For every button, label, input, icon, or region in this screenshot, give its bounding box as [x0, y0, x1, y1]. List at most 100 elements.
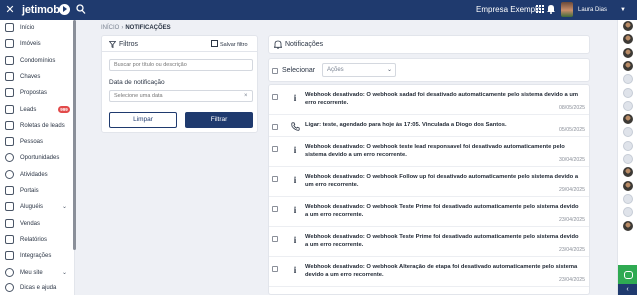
- sidebar-item-label: Aluguéis: [20, 204, 44, 211]
- contact-avatar[interactable]: [623, 140, 633, 151]
- select-all-checkbox[interactable]: [272, 68, 278, 74]
- sidebar-item[interactable]: Integrações: [0, 249, 73, 263]
- contact-avatar[interactable]: [623, 220, 633, 231]
- close-icon[interactable]: ✕: [5, 3, 15, 17]
- sidebar-item-label: Pessoas: [20, 139, 44, 146]
- contact-avatar[interactable]: [623, 100, 633, 111]
- integration-icon: [5, 251, 14, 261]
- filter-icon: [109, 41, 116, 48]
- house-icon: [5, 39, 14, 49]
- sidebar-item[interactable]: Vendas: [0, 217, 73, 231]
- sidebar-item[interactable]: Oportunidades: [0, 151, 73, 165]
- contact-avatar[interactable]: [623, 60, 633, 71]
- megaphone-icon: [5, 186, 14, 195]
- bell-icon[interactable]: [547, 4, 555, 14]
- user-menu-caret-icon[interactable]: ▼: [620, 5, 626, 15]
- notification-message: Webhook desativado: O webhook Follow up …: [305, 174, 579, 188]
- notifications-header: Notificações: [268, 35, 590, 54]
- contact-avatar[interactable]: [623, 154, 633, 164]
- sidebar-item-label: Portais: [20, 188, 39, 194]
- sidebar-item[interactable]: Chaves: [0, 70, 73, 84]
- sidebar-item[interactable]: Imóveis: [0, 37, 73, 51]
- contact-avatar[interactable]: [623, 127, 633, 138]
- sidebar-item[interactable]: Relatórios: [0, 233, 73, 247]
- app-logo[interactable]: jetimob: [22, 3, 60, 17]
- info-icon: i: [293, 175, 297, 185]
- sidebar-item-label: Roletas de leads: [20, 122, 65, 129]
- contact-avatar[interactable]: [623, 207, 633, 218]
- target-icon: [5, 153, 14, 163]
- logo-play-icon: [59, 4, 70, 15]
- notifications-title: Notificações: [285, 41, 324, 48]
- info-icon: i: [293, 265, 297, 275]
- user-name[interactable]: Laura Dias: [578, 4, 607, 16]
- breadcrumb: INÍCIO › NOTIFICAÇÕES: [101, 24, 171, 33]
- sidebar-item[interactable]: Dicas e ajuda: [0, 281, 73, 295]
- contact-avatar[interactable]: [623, 167, 633, 178]
- apps-grid-icon[interactable]: [536, 5, 544, 13]
- search-icon[interactable]: [76, 4, 86, 15]
- contact-avatar[interactable]: [623, 180, 633, 191]
- notification-row[interactable]: i Webhook desativado: O webhook Teste Pri…: [269, 197, 589, 227]
- notification-row[interactable]: i Webhook desativado: O webhook Alteração…: [269, 257, 589, 287]
- info-icon: i: [293, 205, 297, 215]
- save-filter-button[interactable]: Salvar filtro: [211, 40, 248, 50]
- contact-avatar[interactable]: [623, 87, 633, 98]
- phone-icon: [291, 122, 300, 131]
- contact-avatar[interactable]: [623, 47, 633, 58]
- sidebar-item[interactable]: Propostas: [0, 86, 73, 100]
- sidebar-scrollbar[interactable]: [73, 20, 76, 250]
- notification-date: 23/04/2025: [559, 277, 585, 283]
- sidebar-item[interactable]: Portais: [0, 184, 73, 198]
- sidebar-item-label: Atividades: [20, 171, 48, 178]
- sidebar-item[interactable]: Leads 999: [0, 103, 73, 117]
- actions-select[interactable]: Ações ⌄: [322, 63, 396, 77]
- sidebar-item[interactable]: Pessoas: [0, 135, 73, 149]
- notification-checkbox[interactable]: [272, 176, 278, 182]
- notification-checkbox[interactable]: [272, 206, 278, 212]
- notifications-list: i Webhook desativado: O webhook sadad foi…: [268, 84, 590, 295]
- contact-avatar[interactable]: [623, 193, 633, 204]
- date-input[interactable]: [109, 90, 253, 102]
- notification-checkbox[interactable]: [272, 266, 278, 272]
- sidebar-item-label: Leads: [20, 106, 37, 113]
- info-icon: i: [293, 235, 297, 245]
- notification-row[interactable]: i Webhook desativado: O webhook Follow up…: [269, 167, 589, 197]
- chevron-down-icon[interactable]: ⌄: [62, 201, 67, 213]
- sidebar-item[interactable]: Início: [0, 21, 73, 35]
- chat-icon[interactable]: [618, 265, 637, 284]
- contact-avatar[interactable]: [623, 34, 633, 45]
- clear-date-icon[interactable]: ×: [244, 92, 248, 100]
- sidebar-item[interactable]: Aluguéis ⌄: [0, 200, 73, 214]
- contact-avatar[interactable]: [623, 21, 633, 31]
- company-name[interactable]: Empresa Exemplo: [476, 3, 541, 17]
- filter-button[interactable]: Filtrar: [185, 112, 253, 128]
- sales-icon: [5, 218, 14, 228]
- sidebar-item[interactable]: Meu site ⌄: [0, 266, 73, 280]
- notification-row[interactable]: i Webhook desativado: O webhook sadad foi…: [269, 85, 589, 115]
- sidebar-item[interactable]: Roletas de leads: [0, 119, 73, 133]
- breadcrumb-home[interactable]: INÍCIO: [101, 25, 119, 31]
- notification-checkbox[interactable]: [272, 124, 278, 130]
- notification-checkbox[interactable]: [272, 146, 278, 152]
- notification-checkbox[interactable]: [272, 94, 278, 100]
- notification-row[interactable]: Ligar: teste, agendado para hoje às 17:0…: [269, 115, 589, 137]
- notification-checkbox[interactable]: [272, 236, 278, 242]
- sidebar-item[interactable]: Atividades: [0, 168, 73, 182]
- select-all-label[interactable]: Selecionar: [282, 66, 315, 76]
- notification-row[interactable]: i Webhook desativado: O webhook teste lea…: [269, 137, 589, 167]
- sidebar-item[interactable]: Condomínios: [0, 54, 73, 68]
- notification-row[interactable]: i Webhook desativado: O webhook Teste Pri…: [269, 227, 589, 257]
- clear-button[interactable]: Limpar: [109, 112, 177, 128]
- search-input[interactable]: [109, 59, 253, 71]
- key-icon: [5, 71, 14, 81]
- sidebar-item-label: Início: [20, 25, 35, 31]
- report-icon: [5, 234, 14, 244]
- leads-count-badge: 999: [58, 105, 70, 113]
- contact-avatar[interactable]: [623, 114, 633, 125]
- bulk-actions-bar: Selecionar Ações ⌄: [268, 58, 590, 82]
- chevron-down-icon[interactable]: ⌄: [62, 267, 67, 279]
- collapse-rail-button[interactable]: ‹: [618, 284, 637, 295]
- contact-avatar[interactable]: [623, 74, 633, 85]
- user-avatar[interactable]: [561, 2, 573, 17]
